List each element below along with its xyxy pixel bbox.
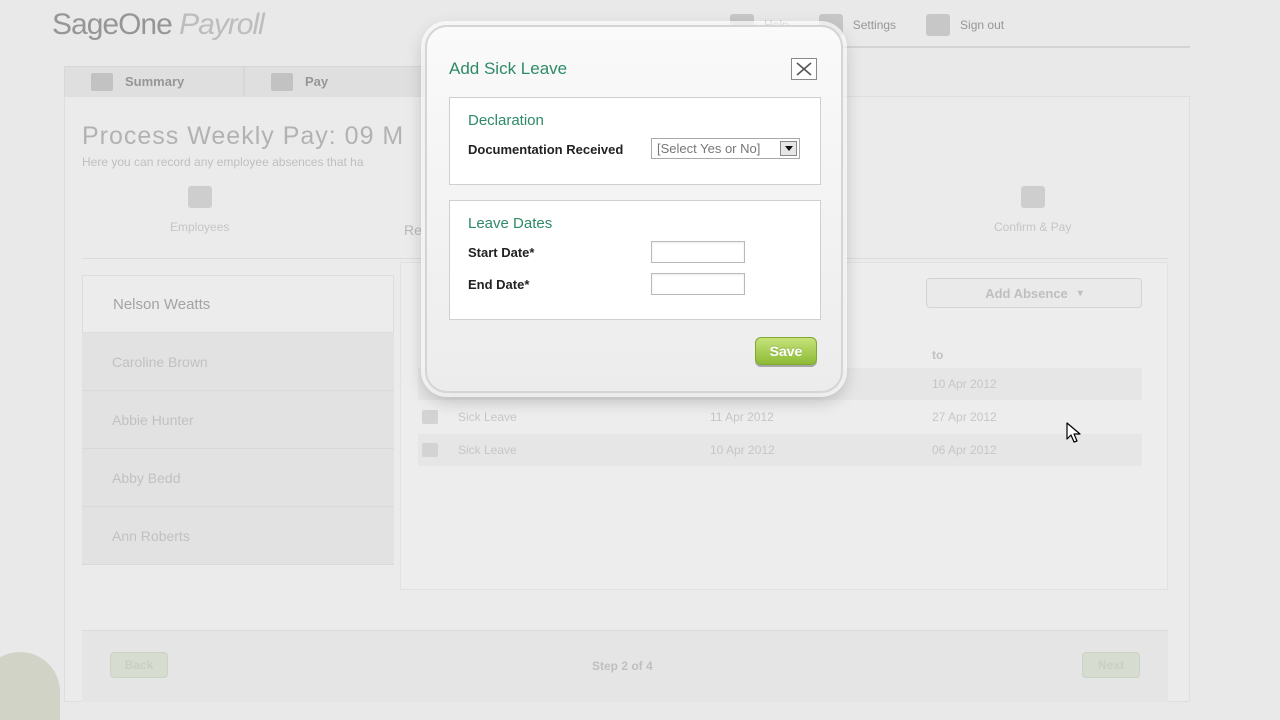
- start-date-input[interactable]: [651, 241, 745, 263]
- declaration-panel: Declaration Documentation Received [Sele…: [449, 97, 821, 185]
- start-date-label: Start Date*: [468, 245, 535, 260]
- dialog-title: Add Sick Leave: [449, 59, 568, 78]
- mouse-pointer-icon: [1066, 422, 1081, 443]
- leave-dates-panel: Leave Dates Start Date* End Date*: [449, 200, 821, 320]
- end-date-label: End Date*: [468, 277, 530, 292]
- documentation-select[interactable]: [Select Yes or No]: [651, 138, 800, 159]
- add-sick-leave-dialog: Add Sick Leave Declaration Documentation…: [425, 25, 843, 393]
- leave-dates-heading: Leave Dates: [468, 215, 553, 232]
- close-button[interactable]: [791, 58, 817, 80]
- chevron-down-icon[interactable]: [780, 141, 797, 156]
- declaration-heading: Declaration: [468, 112, 544, 129]
- end-date-input[interactable]: [651, 273, 745, 295]
- documentation-label: Documentation Received: [468, 142, 624, 157]
- save-button[interactable]: Save: [755, 337, 817, 365]
- close-icon: [796, 62, 812, 76]
- select-value: [Select Yes or No]: [657, 141, 761, 156]
